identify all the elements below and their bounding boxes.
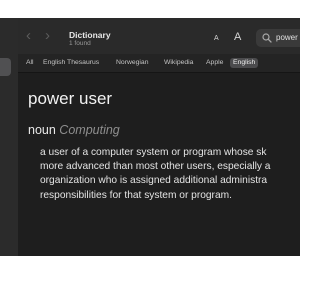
tab-wikipedia[interactable]: Wikipedia [161,58,196,68]
chevron-right-icon[interactable]: › [45,28,50,43]
increase-font-button[interactable]: A [234,32,241,43]
toolbar: ‹ › Dictionary 1 found A A power [18,18,300,54]
entry-content: power user noun Computing a user of a co… [18,73,300,256]
search-field[interactable]: power [256,29,300,47]
tab-english-thesaurus[interactable]: English Thesaurus [40,58,102,68]
chevron-left-icon[interactable]: ‹ [26,28,31,43]
dictionary-window: ‹ › Dictionary 1 found A A power All Eng… [0,18,300,256]
tab-apple[interactable]: Apple [203,58,226,68]
part-of-speech: noun [28,123,56,137]
headword: power user [28,89,113,108]
search-icon [262,33,272,43]
main-pane: ‹ › Dictionary 1 found A A power All Eng… [18,18,300,256]
tab-norwegian[interactable]: Norwegian [113,58,152,68]
tab-all[interactable]: All [23,58,37,68]
decrease-font-button[interactable]: A [214,35,219,42]
results-count: 1 found [69,40,91,47]
search-input[interactable]: power [276,33,298,43]
source-tabs: All English Thesaurus Norwegian Wikipedi… [18,54,300,73]
part-of-speech-line: noun Computing [28,123,120,138]
sidebar [0,18,18,256]
definition-text: a user of a computer system or program w… [40,147,271,201]
tab-english[interactable]: English [230,58,259,68]
sidebar-selected-item[interactable] [0,58,11,76]
window-title: Dictionary [69,30,111,40]
domain-label: Computing [59,123,120,137]
